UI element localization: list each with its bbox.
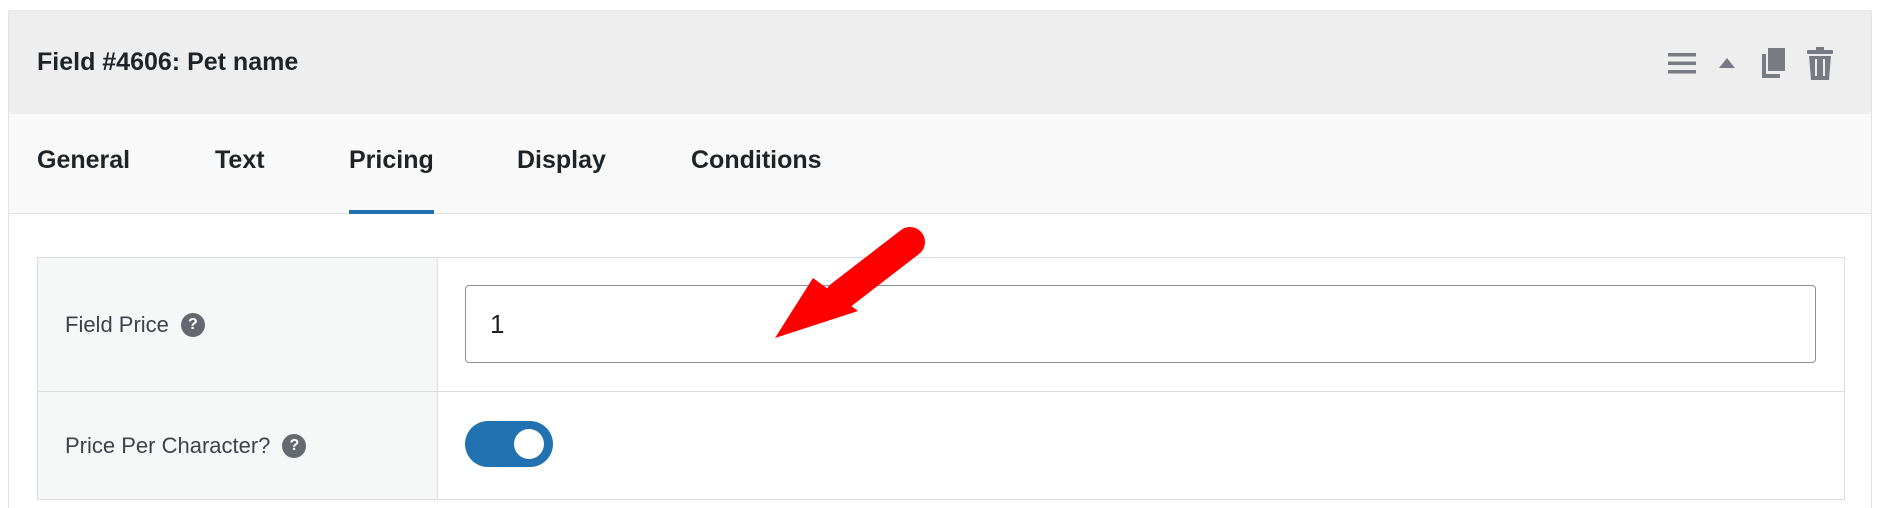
- field-price-label-wrap: Field Price ?: [65, 312, 205, 338]
- panel-header[interactable]: Field #4606: Pet name: [9, 10, 1871, 114]
- price-per-character-label-wrap: Price Per Character? ?: [65, 432, 307, 459]
- tab-general[interactable]: General: [37, 114, 130, 213]
- field-price-row: Field Price ?: [38, 258, 1844, 392]
- price-per-character-label-cell: Price Per Character? ?: [38, 392, 438, 499]
- question-icon[interactable]: ?: [180, 312, 205, 337]
- collapse-up-icon[interactable]: [1715, 46, 1739, 80]
- tab-pricing[interactable]: Pricing: [349, 114, 434, 214]
- tab-conditions[interactable]: Conditions: [691, 114, 822, 213]
- field-price-label: Field Price: [65, 311, 169, 337]
- price-per-character-row: Price Per Character? ?: [38, 392, 1844, 499]
- pricing-fields-table: Field Price ? Price Per Character? ?: [37, 257, 1845, 500]
- menu-icon[interactable]: [1665, 46, 1699, 80]
- field-price-input[interactable]: [465, 285, 1816, 363]
- panel-title: Field #4606: Pet name: [37, 48, 299, 76]
- field-price-label-cell: Field Price ?: [38, 258, 438, 391]
- tab-bar: General Text Pricing Display Conditions: [9, 114, 1871, 214]
- price-per-character-label: Price Per Character?: [65, 432, 271, 458]
- question-icon[interactable]: ?: [282, 433, 307, 458]
- toggle-knob: [514, 429, 544, 459]
- tab-text[interactable]: Text: [215, 114, 265, 213]
- field-panel: Field #4606: Pet name General Text Prici…: [8, 10, 1872, 508]
- header-actions: [1665, 46, 1835, 80]
- trash-icon[interactable]: [1805, 46, 1835, 80]
- duplicate-icon[interactable]: [1757, 46, 1789, 80]
- page: Field #4606: Pet name General Text Prici…: [0, 0, 1882, 508]
- tab-display[interactable]: Display: [517, 114, 606, 213]
- price-per-character-toggle[interactable]: [465, 421, 553, 467]
